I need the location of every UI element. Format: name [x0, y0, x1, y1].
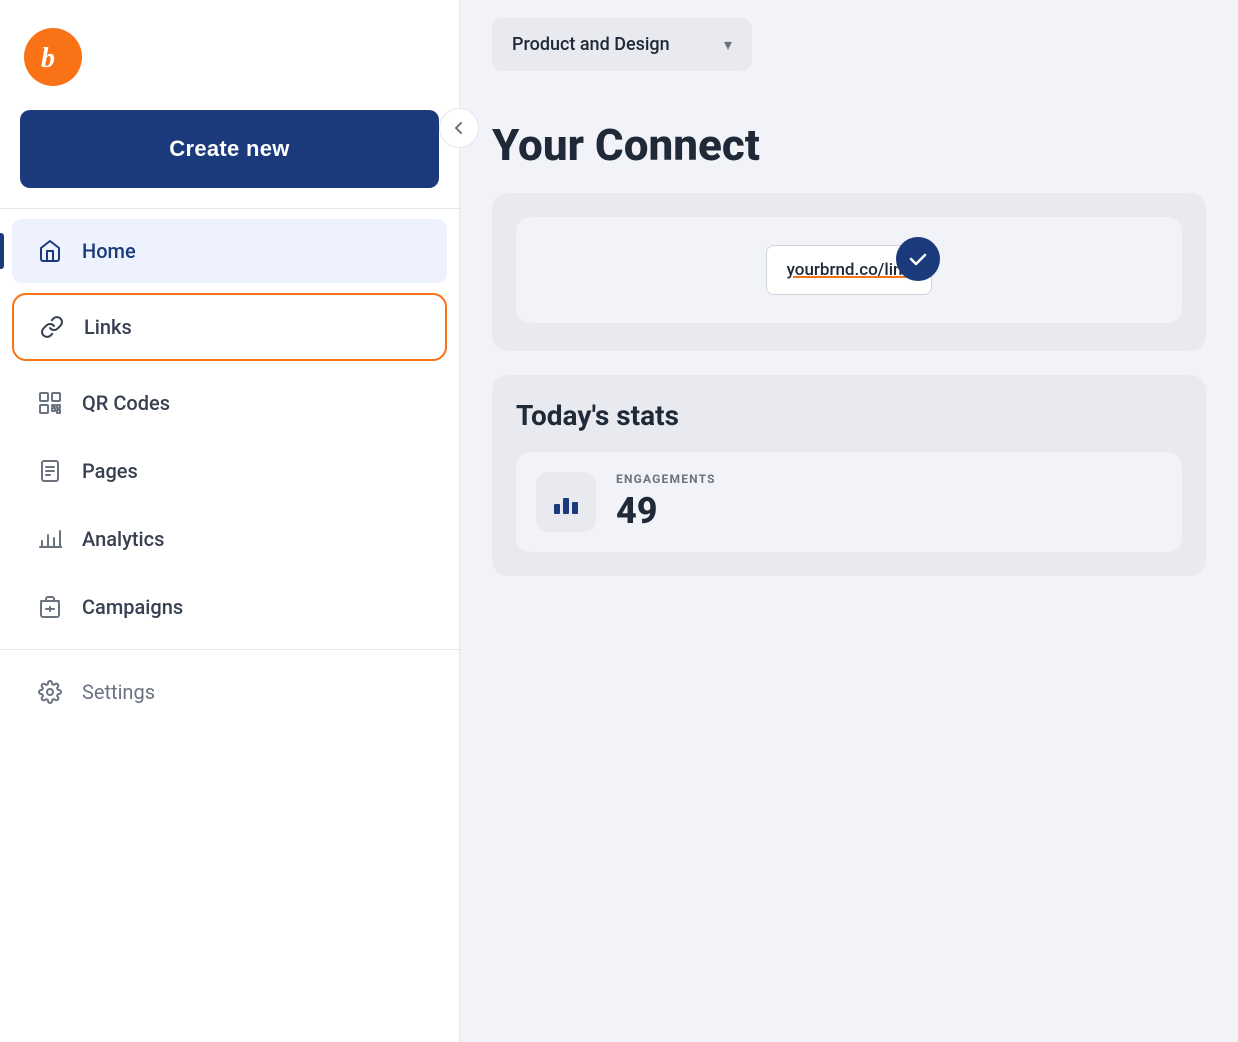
- chevron-down-icon: ▾: [724, 35, 732, 54]
- sidebar-divider-top: [0, 208, 459, 209]
- stats-section-title: Today's stats: [516, 399, 1182, 432]
- svg-text:b: b: [41, 43, 55, 73]
- sidebar-item-pages[interactable]: Pages: [12, 439, 447, 503]
- stat-icon-box: [536, 472, 596, 532]
- logo-container: b: [0, 0, 459, 110]
- stat-info: ENGAGEMENTS 49: [616, 472, 716, 532]
- campaigns-icon: [36, 593, 64, 621]
- sidebar-item-home[interactable]: Home: [12, 219, 447, 283]
- sidebar-item-settings[interactable]: Settings: [12, 660, 447, 724]
- sidebar-item-pages-label: Pages: [82, 459, 138, 483]
- main-content: Product and Design ▾ Your Connect yourbr…: [460, 0, 1238, 1042]
- engagements-label: ENGAGEMENTS: [616, 472, 716, 486]
- settings-icon: [36, 678, 64, 706]
- link-url-text: yourbrnd.co/link: [787, 260, 912, 280]
- engagements-stat-card: ENGAGEMENTS 49: [516, 452, 1182, 552]
- page-title: Your Connect: [492, 121, 1206, 169]
- connections-section: yourbrnd.co/link: [492, 193, 1206, 351]
- app-logo: b: [24, 28, 82, 86]
- workspace-dropdown[interactable]: Product and Design ▾: [492, 18, 752, 71]
- workspace-name: Product and Design: [512, 34, 670, 55]
- sidebar-item-campaigns[interactable]: Campaigns: [12, 575, 447, 639]
- create-new-button[interactable]: Create new: [20, 110, 439, 188]
- link-url-wrapper: yourbrnd.co/link: [766, 245, 933, 295]
- pages-icon: [36, 457, 64, 485]
- link-preview-card: yourbrnd.co/link: [516, 217, 1182, 323]
- sidebar-item-campaigns-label: Campaigns: [82, 595, 183, 619]
- sidebar: b Create new Home Links: [0, 0, 460, 1042]
- content-area: Your Connect yourbrnd.co/link Today's: [460, 89, 1238, 1042]
- checkmark-badge: [896, 237, 940, 281]
- sidebar-item-links[interactable]: Links: [12, 293, 447, 361]
- sidebar-item-links-label: Links: [84, 315, 132, 339]
- sidebar-item-qr-codes-label: QR Codes: [82, 391, 170, 415]
- sidebar-item-home-label: Home: [82, 239, 136, 263]
- sidebar-item-settings-label: Settings: [82, 680, 155, 704]
- sidebar-collapse-button[interactable]: [439, 108, 479, 148]
- links-icon: [38, 313, 66, 341]
- sidebar-divider-bottom: [0, 649, 459, 650]
- check-icon: [907, 248, 929, 270]
- home-icon: [36, 237, 64, 265]
- top-bar: Product and Design ▾: [460, 0, 1238, 89]
- logo-icon: b: [37, 41, 69, 73]
- sidebar-item-analytics[interactable]: Analytics: [12, 507, 447, 571]
- analytics-icon: [36, 525, 64, 553]
- sidebar-item-qr-codes[interactable]: QR Codes: [12, 371, 447, 435]
- engagements-chart-icon: [550, 486, 582, 518]
- qr-codes-icon: [36, 389, 64, 417]
- engagements-value: 49: [616, 490, 716, 532]
- stats-section: Today's stats ENGAGEMENTS 49: [492, 375, 1206, 576]
- sidebar-item-analytics-label: Analytics: [82, 527, 164, 551]
- chevron-left-icon: [452, 121, 466, 135]
